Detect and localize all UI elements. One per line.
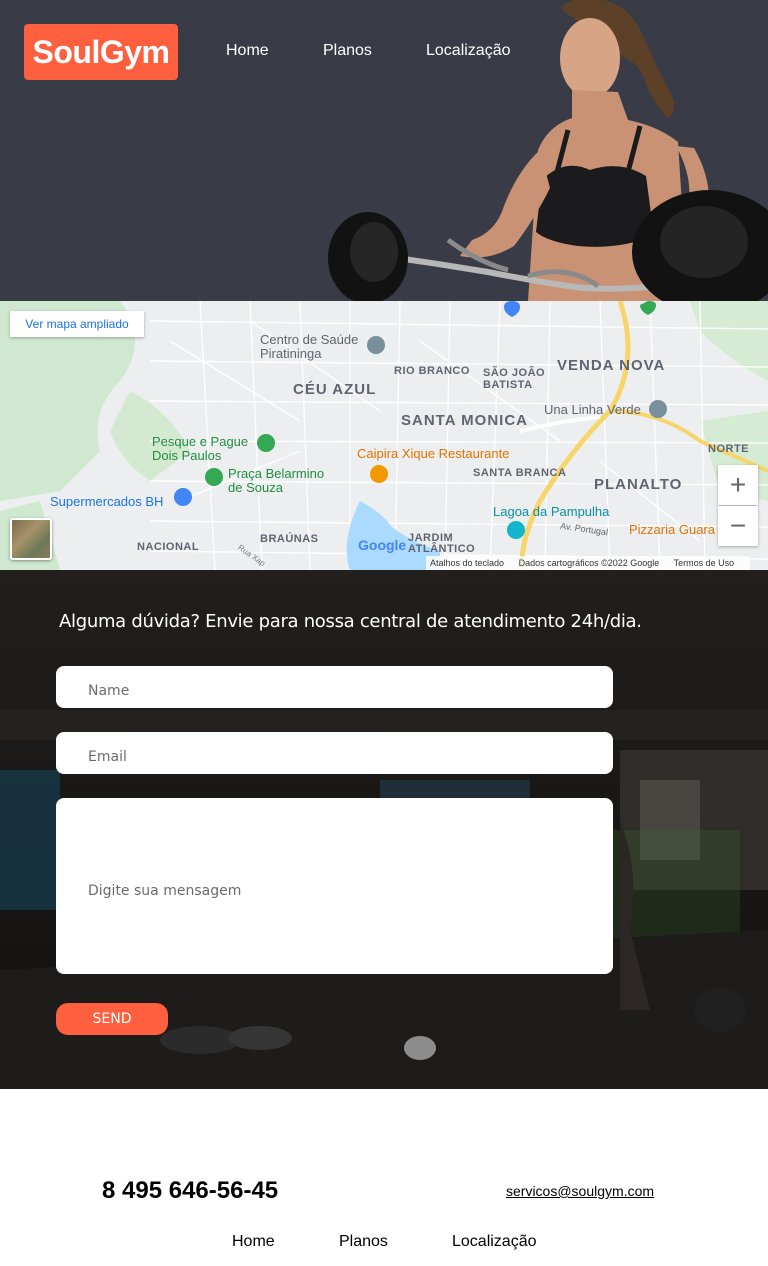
footer-email-link[interactable]: servicos@soulgym.com xyxy=(506,1183,654,1199)
map-label-pizzaria: Pizzaria Guara xyxy=(629,522,715,537)
map-label-rio-branco: RIO BRANCO xyxy=(394,365,470,377)
map-label-braunas: BRAÚNAS xyxy=(260,533,319,545)
map-label-planalto: PLANALTO xyxy=(594,476,683,493)
map-label-nacional: NACIONAL xyxy=(137,541,200,553)
map-expand-button[interactable]: Ver mapa ampliado xyxy=(10,311,144,337)
map-label-norte: NORTE xyxy=(708,443,749,455)
map-label-lagoa: Lagoa da Pampulha xyxy=(493,504,610,519)
map-label-sao-joao: SÃO JOÃO BATISTA xyxy=(483,367,546,391)
brand-logo[interactable]: SoulGym xyxy=(24,24,178,80)
hero-athlete-image xyxy=(328,0,768,301)
map-terms-link[interactable]: Termos de Uso xyxy=(674,558,735,568)
message-textarea[interactable] xyxy=(56,798,613,974)
map-zoom-in-button[interactable]: + xyxy=(718,465,758,505)
nav-home-link[interactable]: Home xyxy=(226,42,269,60)
map-label-centro-saude: Centro de Saúde Piratininga xyxy=(260,332,359,361)
map-label-venda-nova: VENDA NOVA xyxy=(557,357,666,374)
send-button[interactable]: SEND xyxy=(56,1003,168,1035)
contact-section: Alguma dúvida? Envie para nossa central … xyxy=(0,570,768,1089)
site-footer: 8 495 646-56-45 servicos@soulgym.com Hom… xyxy=(0,1089,768,1266)
contact-title: Alguma dúvida? Envie para nossa central … xyxy=(59,611,642,632)
google-logo: Google xyxy=(358,537,407,553)
map-data-credit: Dados cartográficos ©2022 Google xyxy=(518,558,660,568)
map-label-pesque: Pesque e Pague Dois Paulos xyxy=(152,434,249,463)
name-input[interactable] xyxy=(56,666,613,708)
footer-nav-home-link[interactable]: Home xyxy=(232,1233,275,1251)
footer-nav-localizacao-link[interactable]: Localização xyxy=(452,1233,537,1251)
map-label-caipira: Caipira Xique Restaurante xyxy=(357,446,510,461)
map-zoom-out-button[interactable]: − xyxy=(718,506,758,546)
map-label-jardim: JARDIM ATLÂNTICO xyxy=(408,532,476,555)
map-satellite-toggle[interactable] xyxy=(10,518,52,560)
map-attribution: Atalhos do teclado Dados cartográficos ©… xyxy=(426,556,751,570)
email-input[interactable] xyxy=(56,732,613,774)
map-label-santa-branca: SANTA BRANCA xyxy=(473,467,567,479)
map-label-santa-monica: SANTA MONICA xyxy=(401,412,528,429)
map-label-ceu-azul: CÉU AZUL xyxy=(293,381,377,398)
footer-phone: 8 495 646-56-45 xyxy=(102,1177,279,1204)
hero-section: SoulGym Home Planos Localização xyxy=(0,0,768,301)
map-keyboard-shortcuts-link[interactable]: Atalhos do teclado xyxy=(430,558,504,568)
map-label-una-linha: Una Linha Verde xyxy=(544,402,641,417)
footer-nav-planos-link[interactable]: Planos xyxy=(339,1233,388,1251)
location-map[interactable]: Centro de Saúde Piratininga CÉU AZUL RIO… xyxy=(0,301,768,570)
map-label-supermercados: Supermercados BH xyxy=(50,494,164,509)
map-label-praca: Praça Belarmino de Souza xyxy=(228,466,325,495)
